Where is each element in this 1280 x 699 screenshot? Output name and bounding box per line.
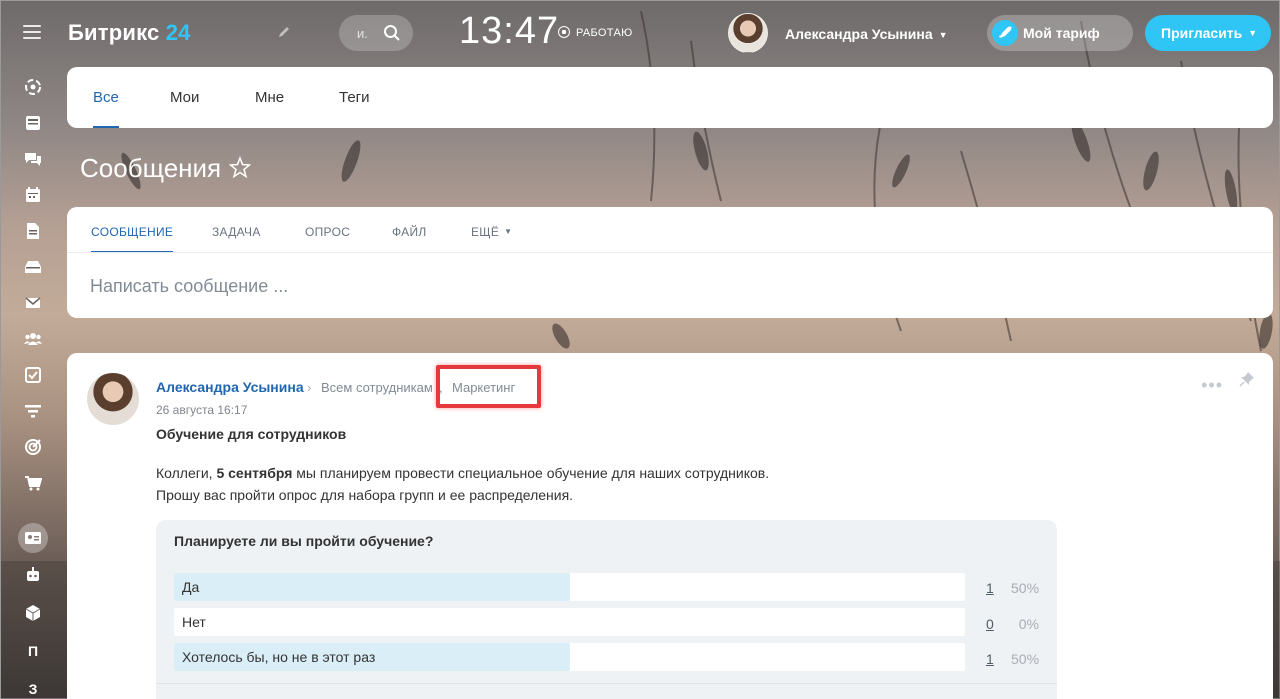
feed-filter-tabs: Все Мои Мне Теги xyxy=(67,67,1273,128)
body-prefix: Коллеги, xyxy=(156,465,217,481)
user-avatar[interactable] xyxy=(728,13,768,53)
highlight-box xyxy=(436,365,541,408)
calendar-icon[interactable] xyxy=(21,183,45,207)
poll-vote-count[interactable]: 1 xyxy=(986,580,994,596)
divider xyxy=(67,252,1273,253)
poll-bar xyxy=(174,573,570,601)
post-composer: СООБЩЕНИЕ ЗАДАЧА ОПРОС ФАЙЛ ЕЩЁ ▼ Написат… xyxy=(67,207,1273,318)
filter-icon[interactable] xyxy=(21,399,45,423)
edit-icon[interactable] xyxy=(277,25,293,41)
invite-label: Пригласить xyxy=(1161,25,1243,41)
poll-percent: 50% xyxy=(1011,651,1040,667)
activity-icon[interactable] xyxy=(21,75,45,99)
target-icon[interactable] xyxy=(21,435,45,459)
tab-file[interactable]: ФАЙЛ xyxy=(392,225,427,239)
work-status[interactable]: РАБОТАЮ xyxy=(558,24,633,39)
tab-more-label: ЕЩЁ xyxy=(471,225,500,239)
poll-percent: 50% xyxy=(1011,580,1040,596)
tariff-button[interactable]: Мой тариф xyxy=(987,15,1133,51)
document-icon[interactable] xyxy=(21,219,45,243)
drive-icon[interactable] xyxy=(21,255,45,279)
author-link[interactable]: Александра Усынина xyxy=(156,379,304,395)
user-name: Александра Усынина xyxy=(785,26,933,42)
status-icon xyxy=(558,26,570,38)
message-input[interactable]: Написать сообщение ... xyxy=(90,276,288,297)
invite-button[interactable]: Пригласить ▼ xyxy=(1145,15,1271,51)
star-icon[interactable] xyxy=(229,156,251,178)
tab-all[interactable]: Все xyxy=(93,89,119,128)
rocket-icon xyxy=(992,20,1018,46)
page-title: Сообщения xyxy=(80,153,222,183)
poll: Планируете ли вы пройти обучение? Да 1 5… xyxy=(156,520,1057,699)
user-menu[interactable]: Александра Усынина ▼ xyxy=(785,26,948,42)
search-icon[interactable] xyxy=(383,24,401,42)
post-date[interactable]: 26 августа 16:17 xyxy=(156,403,247,417)
feed-post: Александра Усынина › Всем сотрудникам , … xyxy=(67,353,1273,699)
poll-option[interactable]: Нет xyxy=(174,608,965,636)
post-title: Обучение для сотрудников xyxy=(156,426,347,442)
chevron-down-icon: ▼ xyxy=(1248,28,1257,38)
search-input[interactable]: и. xyxy=(339,15,413,51)
body-suffix: мы планируем провести специальное обучен… xyxy=(292,465,770,481)
contact-card-icon[interactable] xyxy=(18,523,48,553)
author-avatar[interactable] xyxy=(87,373,139,425)
tariff-label: Мой тариф xyxy=(1023,25,1100,41)
tab-tags[interactable]: Теги xyxy=(339,89,370,106)
chevron-down-icon: ▼ xyxy=(504,227,513,236)
tab-more[interactable]: ЕЩЁ ▼ xyxy=(471,225,512,239)
chevron-right-icon: › xyxy=(307,380,312,395)
feed-icon[interactable] xyxy=(21,111,45,135)
clock[interactable]: 13:47 xyxy=(459,10,559,53)
divider xyxy=(156,683,1057,684)
poll-option-label: Хотелось бы, но не в этот раз xyxy=(182,649,376,665)
group-icon[interactable] xyxy=(21,327,45,351)
poll-option[interactable]: Да xyxy=(174,573,965,601)
post-body-line-1: Коллеги, 5 сентября мы планируем провест… xyxy=(156,462,769,484)
poll-option-label: Да xyxy=(182,579,200,595)
poll-option[interactable]: Хотелось бы, но не в этот раз xyxy=(174,643,965,671)
tab-task[interactable]: ЗАДАЧА xyxy=(212,225,261,239)
cart-icon[interactable] xyxy=(21,471,45,495)
mail-icon[interactable] xyxy=(21,291,45,315)
tab-message[interactable]: СООБЩЕНИЕ xyxy=(91,225,174,252)
left-sidebar: П З xyxy=(1,65,65,699)
sidebar-letter-z[interactable]: З xyxy=(21,677,45,699)
tab-mine[interactable]: Мои xyxy=(170,89,199,106)
post-body-line-2: Прошу вас пройти опрос для набора групп … xyxy=(156,487,574,503)
tab-poll[interactable]: ОПРОС xyxy=(305,225,350,239)
logo-text: Битрикс xyxy=(68,20,160,45)
more-options-button[interactable]: ••• xyxy=(1201,375,1223,396)
poll-option-label: Нет xyxy=(182,614,206,630)
logo-number: 24 xyxy=(165,20,191,45)
tab-to-me[interactable]: Мне xyxy=(255,89,284,106)
sidebar-letter-p[interactable]: П xyxy=(21,639,45,663)
poll-vote-count[interactable]: 0 xyxy=(986,616,994,632)
post-body: Коллеги, 5 сентября мы планируем провест… xyxy=(156,462,769,506)
poll-vote-count[interactable]: 1 xyxy=(986,651,994,667)
top-bar: Битрикс 24 и. 13:47 РАБОТАЮ Александра У… xyxy=(1,1,1280,65)
search-placeholder: и. xyxy=(357,26,368,41)
chevron-down-icon: ▼ xyxy=(938,30,948,40)
status-label: РАБОТАЮ xyxy=(576,27,633,39)
poll-question: Планируете ли вы пройти обучение? xyxy=(174,533,434,549)
tasks-icon[interactable] xyxy=(21,363,45,387)
pin-icon[interactable] xyxy=(1239,371,1255,387)
logo[interactable]: Битрикс 24 xyxy=(68,20,191,46)
destination-all[interactable]: Всем сотрудникам xyxy=(321,380,433,395)
menu-icon[interactable] xyxy=(23,25,41,39)
robot-icon[interactable] xyxy=(21,563,45,587)
chat-icon[interactable] xyxy=(21,147,45,171)
poll-percent: 0% xyxy=(1018,616,1039,632)
box-icon[interactable] xyxy=(21,601,45,625)
body-bold: 5 сентября xyxy=(216,465,293,481)
